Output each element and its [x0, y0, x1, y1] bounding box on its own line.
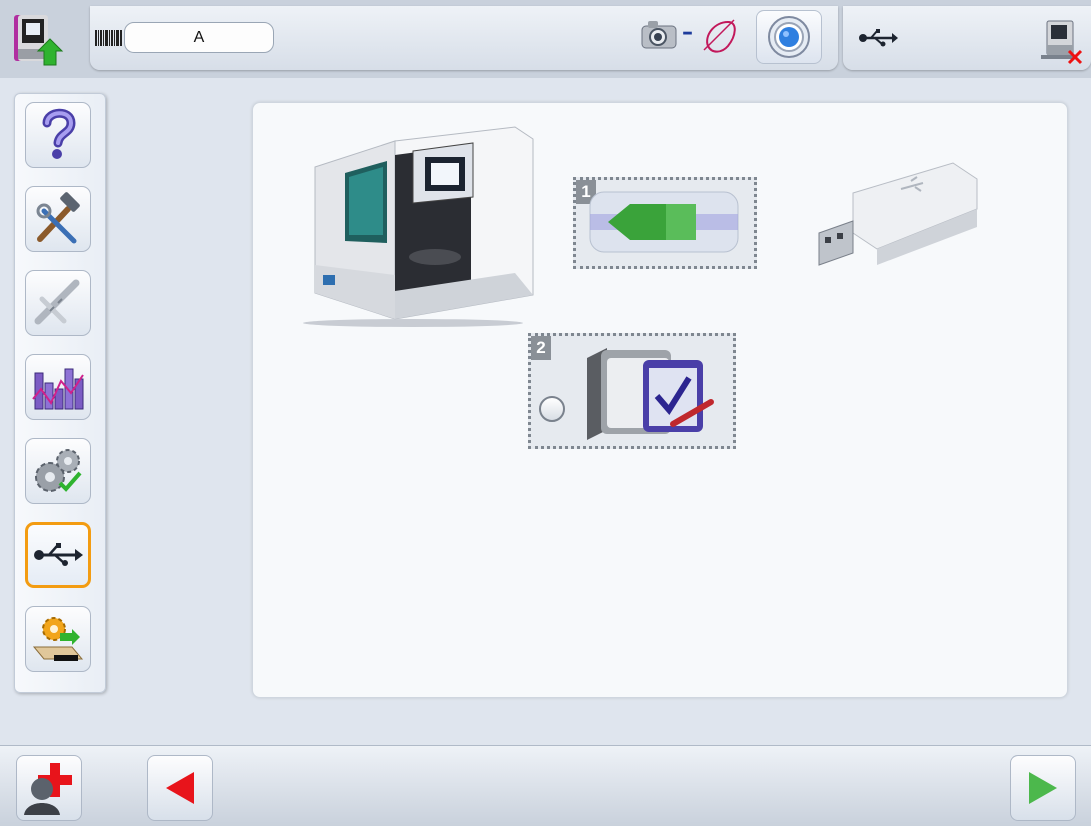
- config-install-icon: [32, 617, 84, 661]
- option-export-machine[interactable]: 1: [573, 177, 757, 269]
- edger-machine-illustration: [303, 126, 534, 327]
- main-panel: 1 2: [252, 102, 1068, 698]
- next-button[interactable]: [1010, 755, 1076, 821]
- help-icon: [42, 108, 76, 159]
- sidebar-item-calibration[interactable]: [25, 270, 91, 336]
- tools-icon: [36, 192, 80, 244]
- statistics-icon: [32, 368, 84, 410]
- option-select-jobs[interactable]: 2: [528, 333, 736, 449]
- usb-drive-illustration: [818, 162, 978, 266]
- target-icon: [768, 16, 810, 58]
- option-radio[interactable]: [539, 396, 565, 422]
- machine-upload-button[interactable]: [4, 7, 74, 71]
- sidebar-item-config-install[interactable]: [25, 606, 91, 672]
- machine-disconnect-button[interactable]: [1037, 12, 1087, 68]
- folder-check-icon: [587, 348, 714, 440]
- machine-upload-icon: [14, 15, 64, 66]
- target-button[interactable]: [756, 10, 822, 64]
- camera-icon: [641, 21, 677, 49]
- sidebar-item-statistics[interactable]: [25, 354, 91, 420]
- user-help-icon: [24, 763, 72, 815]
- user-help-button[interactable]: [16, 755, 82, 821]
- frame-shape-icon: [703, 19, 736, 53]
- calibration-icon: [34, 279, 80, 325]
- settings-icon: [35, 449, 82, 492]
- usb-icon: [34, 543, 83, 566]
- option-number: 2: [531, 336, 551, 360]
- sidebar-item-usb[interactable]: [25, 522, 91, 588]
- export-arrow-icon: [589, 191, 739, 253]
- next-arrow-icon: [1029, 772, 1057, 804]
- sidebar-item-tools[interactable]: [25, 186, 91, 252]
- bottom-bar: [0, 745, 1091, 826]
- usb-icon: [859, 29, 898, 47]
- back-button[interactable]: [147, 755, 213, 821]
- machine-disconnect-icon: [1041, 20, 1083, 65]
- sidebar: [14, 93, 106, 693]
- job-reference-field[interactable]: A: [124, 22, 274, 53]
- sidebar-item-help[interactable]: [25, 102, 91, 168]
- back-arrow-icon: [166, 772, 194, 804]
- separator-dash: –: [682, 20, 693, 45]
- barcode-icon: [95, 30, 122, 46]
- top-bar: A –: [0, 0, 1091, 78]
- sidebar-item-settings[interactable]: [25, 438, 91, 504]
